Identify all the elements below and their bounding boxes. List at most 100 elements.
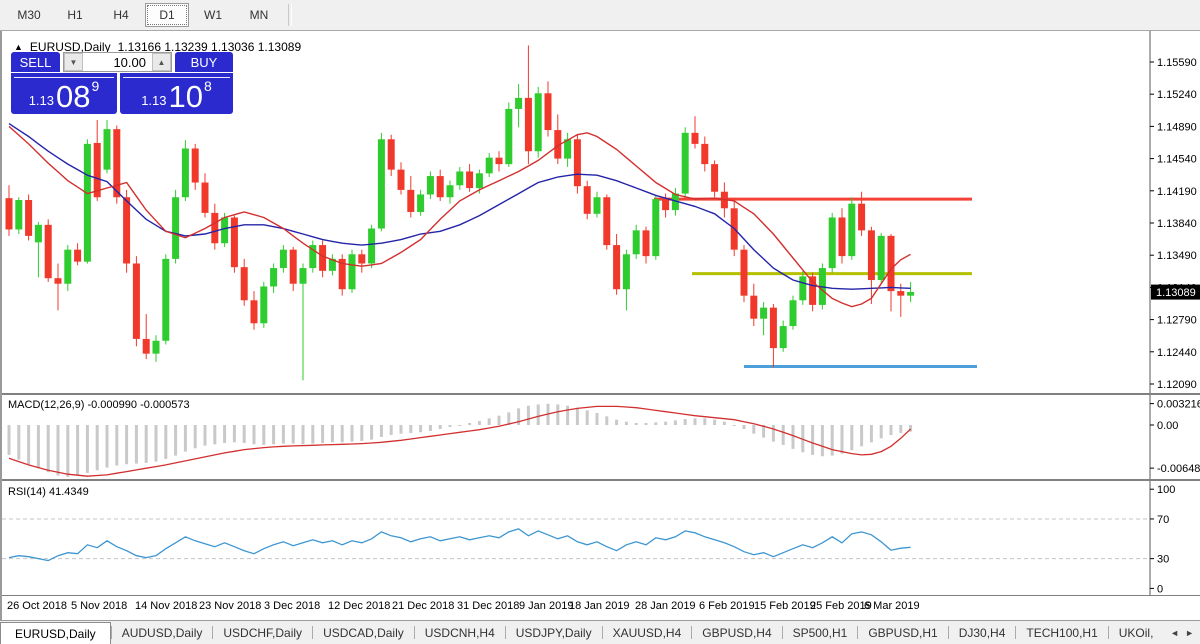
macd-histogram-bar: [733, 425, 736, 426]
macd-histogram-bar: [586, 410, 589, 425]
timeframe-button-M30[interactable]: M30: [7, 3, 51, 27]
price-tick-label: 1.12790: [1157, 315, 1197, 327]
bottom-tab-ukoil-[interactable]: UKOil,: [1109, 621, 1164, 644]
candle-body: [153, 341, 160, 354]
candle-body: [35, 225, 42, 242]
timeframe-button-H4[interactable]: H4: [99, 3, 143, 27]
macd-label: MACD(12,26,9) -0.000990 -0.000573: [8, 399, 190, 411]
buy-button[interactable]: BUY: [175, 52, 233, 72]
timeframe-button-W1[interactable]: W1: [191, 3, 235, 27]
rsi-tick-label: 70: [1157, 514, 1169, 526]
macd-histogram-bar: [57, 425, 60, 476]
candle-body: [290, 250, 297, 284]
tab-scroll-right-icon[interactable]: ►: [1185, 628, 1194, 638]
bottom-tab-gbpusd-h4[interactable]: GBPUSD,H4: [692, 621, 781, 644]
date-axis-label[interactable]: 15 Feb 2019: [754, 600, 816, 612]
date-axis-label[interactable]: 6 Feb 2019: [699, 600, 755, 612]
sell-price-big: 08: [56, 83, 90, 111]
price-tick-label: 1.15590: [1157, 57, 1197, 69]
collapse-icon[interactable]: ▲: [14, 42, 23, 52]
candle-body: [545, 93, 552, 130]
macd-histogram-bar: [821, 425, 824, 456]
candle-body: [407, 190, 414, 212]
timeframe-button-H1[interactable]: H1: [53, 3, 97, 27]
bottom-tab-usdcnh-h4[interactable]: USDCNH,H4: [415, 621, 505, 644]
macd-histogram-bar: [164, 425, 167, 459]
bottom-tab-usdchf-daily[interactable]: USDCHF,Daily: [213, 621, 312, 644]
macd-histogram-bar: [115, 425, 118, 466]
date-axis-label[interactable]: 5 Nov 2018: [71, 600, 127, 612]
bottom-tab-sp500-h1[interactable]: SP500,H1: [783, 621, 858, 644]
macd-histogram-bar: [213, 425, 216, 444]
volume-increase-icon[interactable]: ▲: [152, 53, 171, 71]
date-axis-label[interactable]: 26 Oct 2018: [7, 600, 67, 612]
date-axis-label[interactable]: 31 Dec 2018: [457, 600, 519, 612]
macd-histogram-bar: [645, 423, 648, 425]
candle-body: [349, 254, 356, 289]
tab-scroll-left-icon[interactable]: ◄: [1170, 628, 1179, 638]
candle-body: [525, 98, 532, 151]
bottom-tab-audusd-daily[interactable]: AUDUSD,Daily: [112, 621, 213, 644]
macd-histogram-bar: [488, 418, 491, 425]
macd-histogram-bar: [664, 422, 667, 425]
macd-histogram-bar: [390, 425, 393, 435]
candle-body: [476, 173, 483, 188]
macd-histogram-bar: [233, 425, 236, 442]
date-axis-label[interactable]: 28 Jan 2019: [635, 600, 696, 612]
candle-body: [74, 250, 81, 262]
macd-histogram-bar: [311, 425, 314, 444]
volume-stepper: ▼ 10.00 ▲: [63, 52, 172, 72]
macd-histogram-bar: [86, 425, 89, 473]
date-axis-label[interactable]: 25 Feb 2019: [810, 600, 872, 612]
date-axis-label[interactable]: 3 Dec 2018: [264, 600, 320, 612]
macd-histogram-bar: [400, 425, 403, 434]
price-tick-label: 1.12090: [1157, 379, 1197, 391]
sell-price-display[interactable]: 1.13 08 9: [11, 73, 117, 114]
macd-histogram-bar: [37, 425, 40, 468]
candle-body: [202, 183, 209, 213]
bottom-tab-gbpusd-h1[interactable]: GBPUSD,H1: [858, 621, 947, 644]
date-axis-label[interactable]: 23 Nov 2018: [199, 600, 261, 612]
date-axis-label[interactable]: 21 Dec 2018: [392, 600, 454, 612]
macd-tick-label: -0.006485: [1157, 463, 1200, 475]
buy-price-display[interactable]: 1.13 10 8: [120, 73, 233, 114]
date-axis-label[interactable]: 12 Dec 2018: [328, 600, 390, 612]
price-tick-label: 1.14540: [1157, 154, 1197, 166]
candle-body: [378, 139, 385, 228]
macd-histogram-bar: [831, 425, 834, 456]
bottom-tab-tech100-h1[interactable]: TECH100,H1: [1016, 621, 1107, 644]
macd-histogram-bar: [458, 425, 461, 426]
macd-histogram-bar: [292, 425, 295, 444]
date-axis-label[interactable]: 9 Jan 2019: [519, 600, 573, 612]
volume-input[interactable]: 10.00: [83, 53, 152, 71]
price-tick-label: 1.14890: [1157, 121, 1197, 133]
date-axis-label[interactable]: 6 Mar 2019: [864, 600, 920, 612]
date-axis-label[interactable]: 18 Jan 2019: [569, 600, 630, 612]
candle-body: [505, 109, 512, 164]
bottom-tab-eurusd-daily[interactable]: EURUSD,Daily: [0, 622, 111, 644]
macd-histogram-bar: [174, 425, 177, 456]
candle-body: [515, 98, 522, 109]
macd-histogram-bar: [537, 404, 540, 425]
candle-body: [143, 339, 150, 354]
macd-histogram-bar: [321, 425, 324, 443]
macd-histogram-bar: [380, 425, 383, 437]
bottom-tab-usdcad-daily[interactable]: USDCAD,Daily: [313, 621, 414, 644]
macd-histogram-bar: [870, 425, 873, 442]
bottom-tab-xauusd-h4[interactable]: XAUUSD,H4: [603, 621, 692, 644]
timeframe-button-D1[interactable]: D1: [145, 3, 189, 27]
bottom-tab-usdjpy-daily[interactable]: USDJPY,Daily: [506, 621, 602, 644]
volume-decrease-icon[interactable]: ▼: [64, 53, 83, 71]
sell-button[interactable]: SELL: [11, 52, 60, 72]
macd-histogram-bar: [449, 425, 452, 427]
bottom-tab-dj30-h4[interactable]: DJ30,H4: [949, 621, 1016, 644]
candle-body: [486, 158, 493, 174]
timeframe-button-MN[interactable]: MN: [237, 3, 281, 27]
macd-histogram-bar: [615, 420, 618, 425]
buy-price-big: 10: [169, 83, 203, 111]
candle-body: [643, 230, 650, 256]
candle-body: [368, 229, 375, 264]
candle-body: [750, 296, 757, 319]
date-axis-label[interactable]: 14 Nov 2018: [135, 600, 197, 612]
candle-body: [319, 245, 326, 271]
